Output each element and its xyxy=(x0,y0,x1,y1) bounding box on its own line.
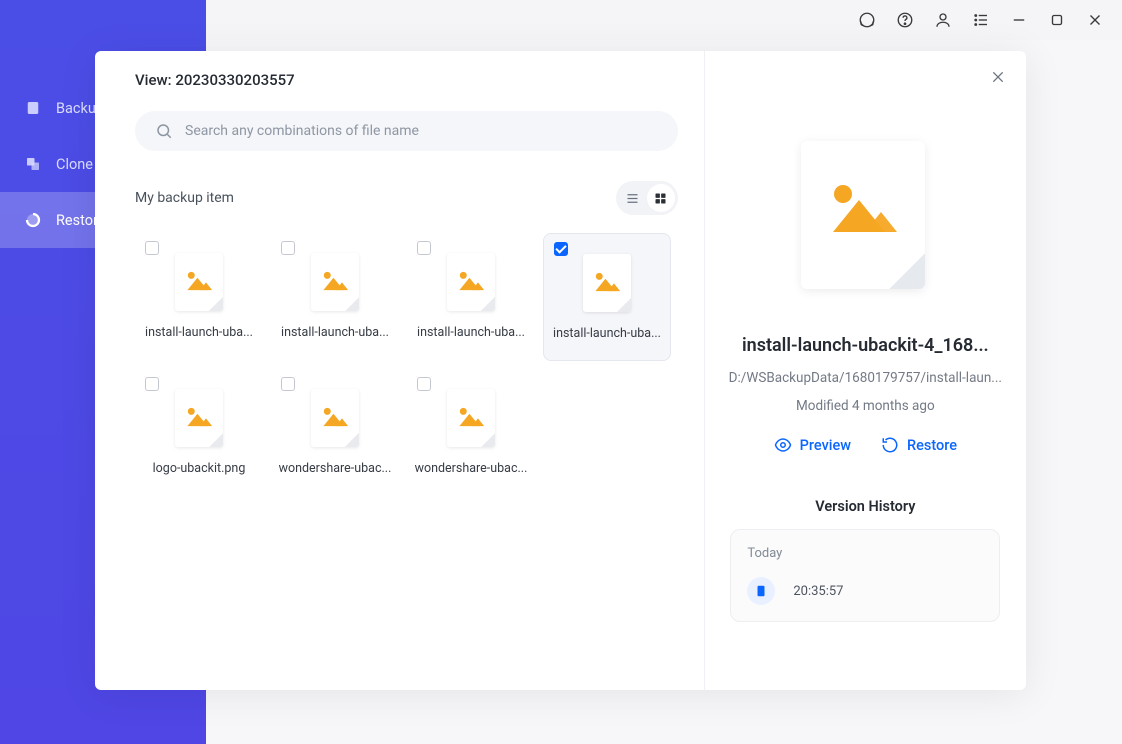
help-icon[interactable] xyxy=(886,1,924,39)
selected-file-name: install-launch-ubackit-4_168... xyxy=(742,335,989,356)
minimize-button[interactable] xyxy=(1000,1,1038,39)
file-thumbnail xyxy=(445,251,497,313)
file-browser-panel: View: 20230330203557 My backup item xyxy=(95,51,705,690)
file-thumbnail xyxy=(309,251,361,313)
selected-file-modified: Modified 4 months ago xyxy=(796,398,935,414)
file-name: wondershare-ubac... xyxy=(415,461,528,476)
grid-view-button[interactable] xyxy=(647,184,675,212)
version-entry[interactable]: 20:35:57 xyxy=(747,577,983,605)
version-time: 20:35:57 xyxy=(793,584,843,599)
search-input[interactable] xyxy=(185,123,658,139)
file-name: logo-ubackit.png xyxy=(153,461,246,476)
file-name: install-launch-uba... xyxy=(145,325,253,340)
search-bar[interactable] xyxy=(135,111,678,151)
preview-button[interactable]: Preview xyxy=(774,436,851,454)
details-panel: install-launch-ubackit-4_168... D:/WSBac… xyxy=(705,51,1026,690)
selected-file-path: D:/WSBackupData/1680179757/install-laun.… xyxy=(729,370,1002,386)
image-icon xyxy=(819,178,907,238)
file-name: wondershare-ubac... xyxy=(279,461,392,476)
view-toggle xyxy=(616,181,678,215)
file-thumbnail xyxy=(173,251,225,313)
close-modal-button[interactable] xyxy=(990,69,1006,89)
selected-thumbnail xyxy=(801,141,929,293)
file-name: install-launch-uba... xyxy=(281,325,389,340)
file-name: install-launch-uba... xyxy=(553,326,661,341)
file-name: install-launch-uba... xyxy=(417,325,525,340)
version-icon xyxy=(747,577,775,605)
restore-button[interactable]: Restore xyxy=(881,436,957,454)
search-icon xyxy=(155,122,173,140)
maximize-button[interactable] xyxy=(1038,1,1076,39)
sidebar-item-label: Clone xyxy=(56,156,93,173)
restore-icon xyxy=(881,436,899,454)
file-item[interactable]: logo-ubackit.png xyxy=(135,369,263,497)
file-checkbox[interactable] xyxy=(417,377,431,391)
file-thumbnail xyxy=(581,252,633,314)
support-icon[interactable] xyxy=(848,1,886,39)
file-checkbox[interactable] xyxy=(281,377,295,391)
file-checkbox[interactable] xyxy=(554,242,568,256)
list-view-button[interactable] xyxy=(619,184,647,212)
menu-icon[interactable] xyxy=(962,1,1000,39)
list-label: My backup item xyxy=(135,190,234,206)
file-checkbox[interactable] xyxy=(145,241,159,255)
file-checkbox[interactable] xyxy=(145,377,159,391)
eye-icon xyxy=(774,436,792,454)
file-item[interactable]: wondershare-ubac... xyxy=(271,369,399,497)
view-modal: View: 20230330203557 My backup item xyxy=(95,51,1026,690)
file-item[interactable]: wondershare-ubac... xyxy=(407,369,535,497)
file-thumbnail xyxy=(309,387,361,449)
file-item[interactable]: install-launch-uba... xyxy=(135,233,263,361)
version-history-card: Today 20:35:57 xyxy=(730,529,1000,622)
file-checkbox[interactable] xyxy=(281,241,295,255)
file-thumbnail xyxy=(445,387,497,449)
version-history-title: Version History xyxy=(815,498,915,515)
version-day-label: Today xyxy=(747,546,983,561)
file-item[interactable]: install-launch-uba... xyxy=(543,233,671,361)
file-thumbnail xyxy=(173,387,225,449)
file-grid: install-launch-uba... install-launch-uba… xyxy=(135,233,678,497)
account-icon[interactable] xyxy=(924,1,962,39)
file-checkbox[interactable] xyxy=(417,241,431,255)
modal-title: View: 20230330203557 xyxy=(135,71,678,89)
close-window-button[interactable] xyxy=(1076,1,1114,39)
file-item[interactable]: install-launch-uba... xyxy=(407,233,535,361)
file-item[interactable]: install-launch-uba... xyxy=(271,233,399,361)
